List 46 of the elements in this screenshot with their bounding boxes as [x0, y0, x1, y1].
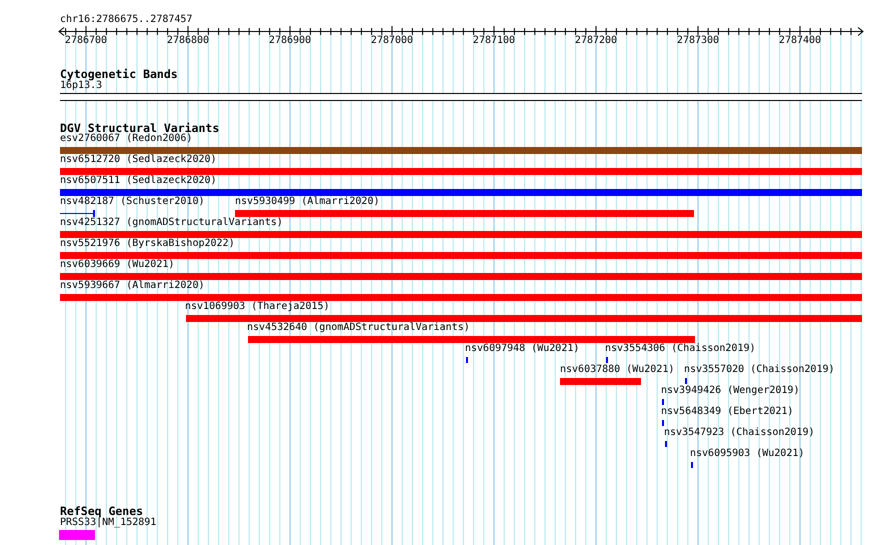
variant-bar[interactable]	[60, 273, 862, 280]
ruler-label: 2787400	[778, 35, 822, 46]
variant-label: nsv3949426 (Wenger2019)	[661, 385, 800, 396]
variant-label: nsv6039669 (Wu2021)	[60, 259, 174, 270]
track-title: DGV Structural Variants	[60, 122, 220, 134]
variant-label: nsv5648349 (Ebert2021)	[661, 406, 794, 417]
track-title: Cytogenetic Bands	[60, 68, 178, 80]
band-label: 16p13.3	[60, 80, 102, 91]
ruler-label: 2786700	[64, 35, 108, 46]
ruler-label: 2787100	[472, 35, 516, 46]
variant-bar[interactable]	[60, 252, 862, 259]
variant-bar[interactable]	[248, 336, 695, 343]
variant-bar[interactable]	[60, 189, 862, 196]
track-title: RefSeq Genes	[60, 505, 144, 517]
variant-bar[interactable]	[60, 231, 862, 238]
variant-label: nsv6097948 (Wu2021)	[465, 343, 580, 354]
variant-bar[interactable]	[60, 168, 862, 175]
ruler-label: 2787300	[676, 35, 720, 46]
variant-bar[interactable]	[235, 210, 694, 217]
variant-label: nsv6512720 (Sedlazeck2020)	[60, 154, 217, 165]
position-label: chr16:2786675..2787457	[60, 14, 192, 25]
variant-label: nsv482187 (Schuster2010)	[60, 196, 204, 207]
variant-bar[interactable]	[60, 147, 862, 154]
variant-bar[interactable]	[560, 378, 641, 385]
variant-label: nsv3547923 (Chaisson2019)	[664, 427, 815, 438]
variant-label: nsv1069903 (Thareja2015)	[185, 301, 330, 312]
variant-label: nsv5521976 (ByrskaBishop2022)	[60, 238, 235, 249]
ruler-label: 2787000	[370, 35, 414, 46]
variant-line[interactable]	[60, 210, 95, 217]
ruler-label: 2786900	[268, 35, 312, 46]
variant-label: nsv4251327 (gnomADStructuralVariants)	[60, 217, 283, 228]
gene-label: PRSS33|NM_152891	[60, 517, 156, 528]
variant-label: nsv5930499 (Almarri2020)	[235, 196, 380, 207]
variant-label: nsv5939667 (Almarri2020)	[60, 280, 204, 291]
variant-bar[interactable]	[186, 315, 862, 322]
ruler-label: 2786800	[166, 35, 210, 46]
variant-label: nsv3557020 (Chaisson2019)	[684, 364, 835, 375]
variant-label: nsv6095903 (Wu2021)	[690, 448, 804, 459]
variant-label: esv2760067 (Redon2006)	[60, 133, 192, 144]
variant-label: nsv6037880 (Wu2021)	[560, 364, 674, 375]
variant-label: nsv6507511 (Sedlazeck2020)	[60, 175, 217, 186]
variant-bar[interactable]	[60, 294, 862, 301]
gene-bar[interactable]	[59, 530, 95, 540]
variant-label: nsv4532640 (gnomADStructuralVariants)	[247, 322, 470, 333]
ruler-label: 2787200	[574, 35, 618, 46]
variant-label: nsv3554306 (Chaisson2019)	[605, 343, 756, 354]
